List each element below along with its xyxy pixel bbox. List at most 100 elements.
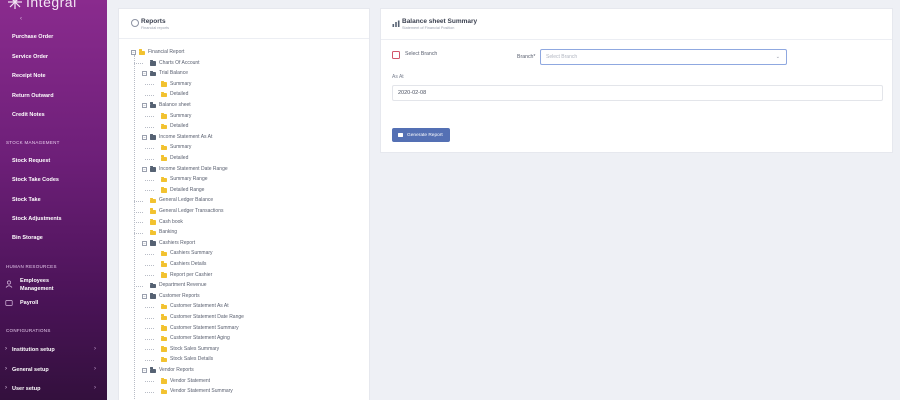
tree-toggle[interactable]: − — [142, 368, 147, 373]
folder-icon — [161, 187, 167, 193]
select-branch-checkbox[interactable] — [392, 51, 400, 59]
tree-branch-line — [144, 381, 154, 383]
folder-icon — [139, 49, 145, 55]
tree-toggle[interactable]: − — [142, 293, 147, 299]
sidebar-item-stock-request[interactable]: Stock Request — [12, 158, 50, 164]
tree-leaf-label[interactable]: Summary — [170, 144, 191, 150]
wallet-icon — [5, 300, 13, 306]
tree-branch-line — [144, 391, 154, 393]
folder-icon — [150, 208, 156, 214]
reports-tree: − Financial Report Charts Of Account − Trial… — [119, 9, 369, 400]
tree-node-label[interactable]: Customer Reports — [159, 293, 200, 299]
sidebar-item-purchase-order[interactable]: Purchase Order — [12, 34, 53, 40]
tree-leaf-label[interactable]: Vendor Statement — [170, 378, 210, 384]
chevron-down-icon[interactable]: › — [94, 366, 96, 372]
folder-icon — [150, 70, 156, 77]
tree-toggle[interactable]: − — [142, 103, 147, 108]
sidebar-item-general-setup[interactable]: General setup — [12, 367, 49, 373]
folder-icon — [150, 282, 156, 289]
tree-node-label[interactable]: Balance sheet — [159, 102, 191, 108]
tree-leaf-label[interactable]: Cashiers Details — [170, 261, 206, 267]
tree-toggle[interactable]: − — [131, 50, 136, 55]
folder-icon — [161, 356, 167, 363]
folder-icon — [150, 197, 156, 204]
tree-leaf-label[interactable]: Cash book — [159, 219, 183, 225]
sidebar-item-user-setup[interactable]: User setup — [12, 386, 40, 392]
tree-leaf-label[interactable]: Detailed Range — [170, 187, 204, 193]
branch-select-placeholder: Select Branch — [546, 54, 578, 60]
chevron-down-icon[interactable]: › — [94, 346, 96, 352]
tree-leaf-label[interactable]: Summary — [170, 81, 191, 87]
arrow-right-icon: › — [5, 366, 7, 372]
app-logo[interactable]: Integral — [8, 0, 77, 10]
tree-leaf-label[interactable]: Vendor Statement Summary — [170, 388, 233, 394]
chevron-left-icon[interactable]: ‹ — [20, 16, 22, 22]
tree-leaf-label[interactable]: Detailed — [170, 155, 188, 161]
folder-icon — [161, 314, 167, 320]
tree-branch-line — [144, 349, 154, 351]
tree-node-label[interactable]: Vendor Reports — [159, 367, 194, 373]
tree-leaf-label[interactable]: Customer Statement As At — [170, 303, 229, 309]
sidebar-item-employees-line2[interactable]: Management — [20, 286, 54, 292]
sidebar-item-service-order[interactable]: Service Order — [12, 54, 48, 60]
sidebar-item-stock-adjustments[interactable]: Stock Adjustments — [12, 216, 62, 222]
sidebar-item-bin-storage[interactable]: Bin Storage — [12, 235, 43, 241]
tree-toggle[interactable]: − — [142, 240, 147, 246]
tree-leaf-label[interactable]: Banking — [159, 229, 177, 235]
folder-icon — [161, 123, 167, 130]
tree-branch-line — [144, 359, 154, 361]
tree-node-label[interactable]: Cashiers Report — [159, 240, 195, 246]
folder-icon — [161, 335, 167, 342]
tree-leaf-label[interactable]: Department Revenue — [159, 282, 207, 288]
tree-branch-line — [144, 264, 154, 266]
sidebar-item-institution-setup[interactable]: Institution setup — [12, 347, 55, 353]
tree-toggle[interactable]: − — [142, 134, 147, 140]
tree-leaf-label[interactable]: Detailed — [170, 91, 188, 97]
tree-leaf-label[interactable]: Report per Cashier — [170, 272, 212, 278]
folder-icon — [150, 293, 156, 299]
tree-branch-line — [144, 147, 154, 149]
chart-icon — [392, 20, 400, 27]
tree-branch-line — [144, 275, 154, 277]
sidebar-item-return-outward[interactable]: Return Outward — [12, 93, 54, 99]
tree-branch-line — [144, 94, 154, 96]
chevron-down-icon[interactable]: › — [94, 385, 96, 391]
tree-branch-line — [144, 126, 154, 128]
sidebar-item-stock-take-codes[interactable]: Stock Take Codes — [12, 177, 59, 183]
sidebar: Integral ‹ Purchase Order Service Order … — [0, 0, 107, 400]
tree-toggle[interactable]: − — [142, 166, 147, 172]
tree-leaf-label[interactable]: Charts Of Account — [159, 60, 200, 66]
tree-branch-line — [133, 63, 143, 65]
tree-node-label[interactable]: Income Statement As At — [159, 134, 212, 140]
divider — [381, 39, 892, 40]
tree-leaf-label[interactable]: Stock Sales Details — [170, 356, 213, 362]
tree-leaf-label[interactable]: Customer Statement Summary — [170, 325, 239, 331]
branch-select[interactable]: Select Branch ⌄ — [540, 49, 787, 65]
arrow-right-icon: › — [5, 346, 7, 352]
sidebar-item-credit-notes[interactable]: Credit Notes — [12, 112, 45, 118]
tree-toggle[interactable]: − — [142, 71, 147, 77]
tree-leaf-label[interactable]: General Ledger Transactions — [159, 208, 223, 214]
tree-leaf-label[interactable]: Summary — [170, 113, 191, 119]
tree-node-label[interactable]: Financial Report — [148, 49, 184, 55]
tree-leaf-label[interactable]: Summary Range — [170, 176, 208, 182]
folder-icon — [161, 261, 167, 267]
tree-leaf-label[interactable]: Detailed — [170, 123, 188, 129]
sidebar-item-stock-take[interactable]: Stock Take — [12, 197, 41, 203]
tree-branch-line — [144, 253, 154, 255]
generate-report-button[interactable]: Generate Report — [392, 128, 450, 142]
tree-node-label[interactable]: Trial Balance — [159, 70, 188, 76]
sidebar-item-receipt-note[interactable]: Receipt Note — [12, 73, 46, 79]
tree-leaf-label[interactable]: Stock Sales Summary — [170, 346, 219, 352]
tree-leaf-label[interactable]: Customer Statement Aging — [170, 335, 230, 341]
tree-leaf-label[interactable]: General Ledger Balance — [159, 197, 213, 203]
sidebar-item-payroll[interactable]: Payroll — [20, 300, 38, 306]
tree-leaf-label[interactable]: Customer Statement Date Range — [170, 314, 244, 320]
tree-node-label[interactable]: Income Statement Date Range — [159, 166, 228, 172]
folder-icon — [161, 144, 167, 151]
tree-branch-line — [133, 232, 143, 234]
tree-leaf-label[interactable]: Cashiers Summary — [170, 250, 213, 256]
as-at-date-input[interactable]: 2020-02-08 — [392, 85, 883, 101]
balance-sheet-panel: Balance sheet Summary Statement of Finan… — [380, 8, 893, 153]
sidebar-item-employees-line1[interactable]: Employees — [20, 278, 49, 284]
